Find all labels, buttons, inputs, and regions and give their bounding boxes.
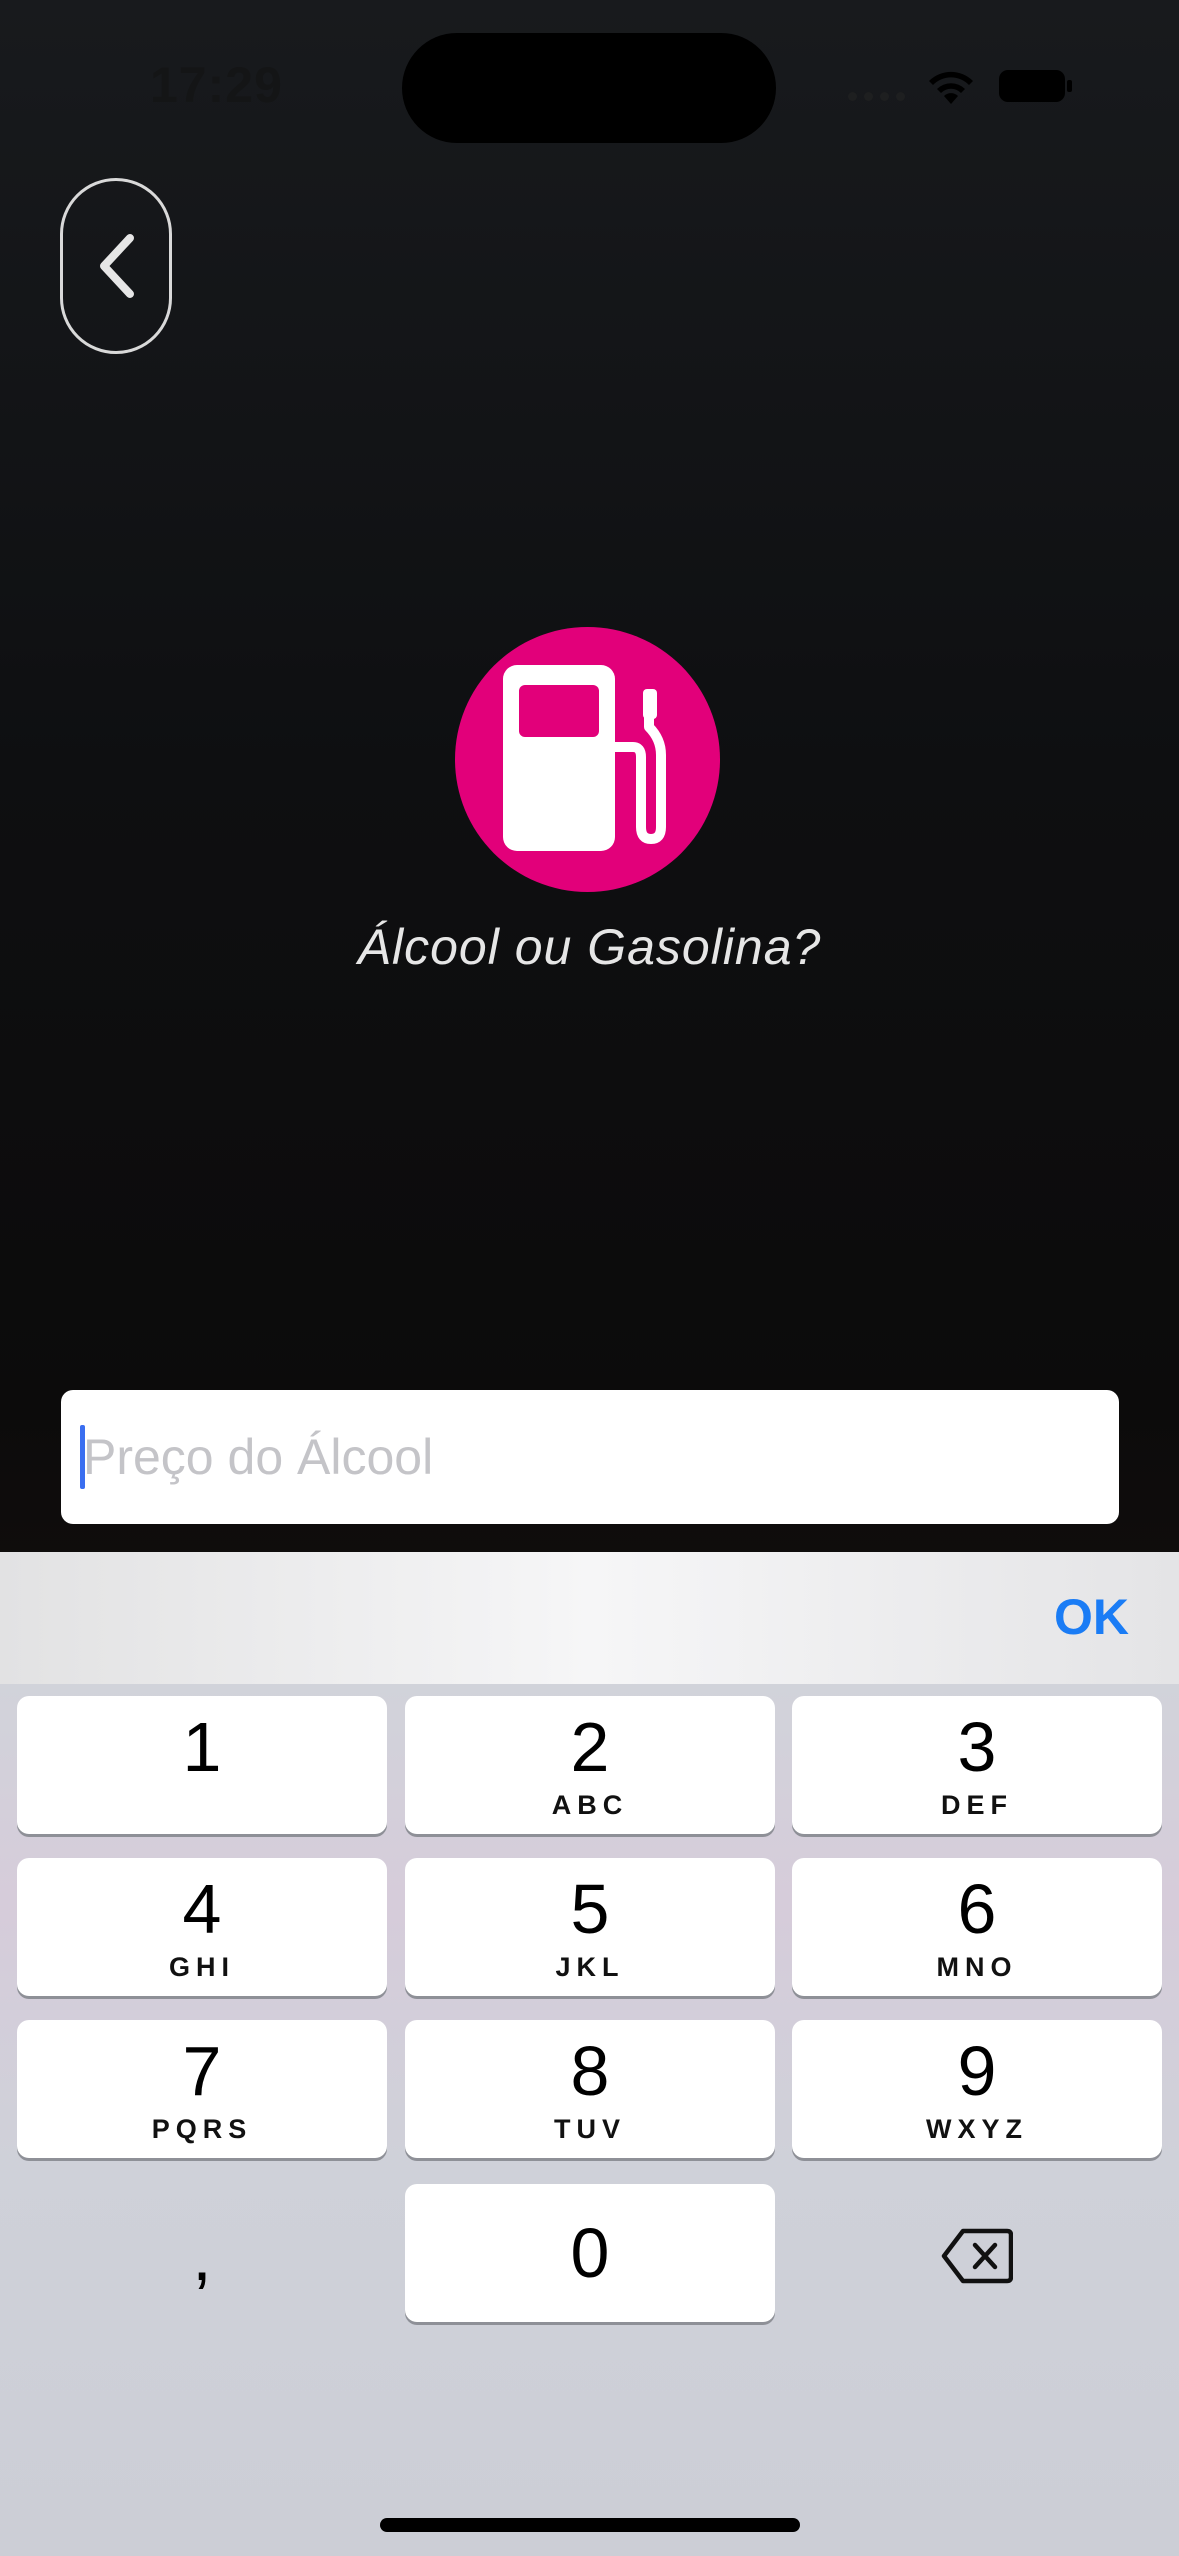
delete-key[interactable] (792, 2187, 1162, 2325)
key-digit: 1 (182, 1708, 222, 1786)
signal-icon (848, 92, 905, 101)
fuel-pump-icon (503, 665, 666, 851)
key-digit: 5 (570, 1870, 610, 1948)
key-digit: 0 (570, 2214, 610, 2292)
key-digit: 8 (570, 2032, 610, 2110)
screen: 17:29 Álcool ou Gasolina? OK 1 (0, 0, 1179, 2556)
key-comma[interactable]: , (17, 2187, 387, 2325)
key-digit: 6 (957, 1870, 997, 1948)
key-letters: WXYZ (926, 2114, 1028, 2144)
keyboard-accessory-bar: OK (0, 1552, 1179, 1684)
key-8[interactable]: 8 TUV (405, 2020, 775, 2158)
key-digit: 3 (957, 1708, 997, 1786)
ok-button[interactable]: OK (1054, 1588, 1129, 1646)
home-indicator (380, 2518, 800, 2532)
key-digit: 4 (182, 1870, 222, 1948)
key-digit: 7 (182, 2032, 222, 2110)
key-9[interactable]: 9 WXYZ (792, 2020, 1162, 2158)
key-7[interactable]: 7 PQRS (17, 2020, 387, 2158)
key-letters: GHI (168, 1952, 235, 1982)
key-0[interactable]: 0 (405, 2184, 775, 2322)
key-4[interactable]: 4 GHI (17, 1858, 387, 1996)
backspace-icon (941, 2228, 1013, 2284)
key-letters: ABC (551, 1790, 629, 1820)
battery-icon (999, 70, 1072, 102)
key-5[interactable]: 5 JKL (405, 1858, 775, 1996)
key-letters: JKL (555, 1952, 625, 1982)
key-letters: PQRS (151, 2114, 253, 2144)
wifi-icon (929, 71, 973, 104)
key-2[interactable]: 2 ABC (405, 1696, 775, 1834)
key-letters: DEF (941, 1790, 1013, 1820)
key-3[interactable]: 3 DEF (792, 1696, 1162, 1834)
dynamic-island (402, 33, 776, 143)
key-6[interactable]: 6 MNO (792, 1858, 1162, 1996)
key-digit: 2 (570, 1708, 610, 1786)
key-letters: MNO (936, 1952, 1018, 1982)
back-button[interactable] (60, 178, 172, 354)
key-1[interactable]: 1 (17, 1696, 387, 1834)
key-digit: 9 (957, 2032, 997, 2110)
status-time: 17:29 (150, 57, 283, 113)
app-logo (455, 627, 720, 892)
app-title: Álcool ou Gasolina? (357, 919, 822, 975)
text-caret (80, 1425, 85, 1489)
alcohol-price-input[interactable] (61, 1390, 1119, 1524)
chevron-left-icon (100, 234, 134, 298)
key-letters: TUV (554, 2114, 626, 2144)
